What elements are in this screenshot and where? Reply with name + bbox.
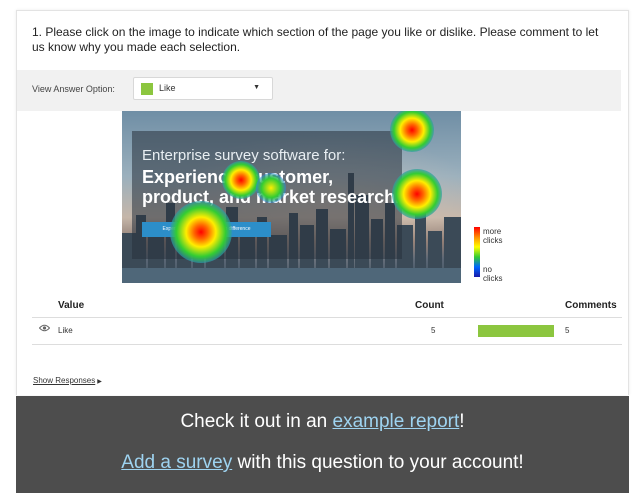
question-card: 1. Please click on the image to indicate… <box>16 10 629 395</box>
answer-option-select[interactable]: Like ▼ <box>133 77 273 100</box>
row-divider <box>32 344 622 345</box>
footer-line1-suffix: ! <box>459 411 465 432</box>
eye-icon[interactable] <box>39 324 50 332</box>
heat-spot <box>170 201 232 263</box>
like-color-swatch <box>141 83 153 95</box>
row-count: 5 <box>431 326 436 335</box>
example-report-link[interactable]: example report <box>333 411 460 432</box>
footer-line-2: Add a survey with this question to your … <box>16 452 629 474</box>
row-value: Like <box>58 326 73 335</box>
answer-option-label: View Answer Option: <box>32 84 115 94</box>
triangle-right-icon: ▶ <box>97 379 102 385</box>
heat-spot <box>256 173 286 203</box>
footer-line-1: Check it out in an example report! <box>16 411 629 433</box>
footer-line1-prefix: Check it out in an <box>180 411 333 432</box>
answer-option-bar: View Answer Option: Like ▼ <box>17 70 621 111</box>
heat-spot <box>392 169 442 219</box>
heatmap-legend-gradient <box>474 227 480 277</box>
footer-line2-suffix: with this question to your account! <box>232 452 524 473</box>
legend-more-clicks: more clicks <box>483 227 503 245</box>
column-header-count: Count <box>415 300 444 311</box>
add-survey-link[interactable]: Add a survey <box>121 452 232 473</box>
show-responses-link[interactable]: Show Responses ▶ <box>33 376 102 385</box>
heatmap-image[interactable]: Enterprise survey software for: Experien… <box>122 111 461 283</box>
column-header-value: Value <box>58 300 85 311</box>
row-comments[interactable]: 5 <box>565 326 569 335</box>
heat-spot <box>222 161 260 199</box>
column-header-comments: Comments <box>565 300 617 311</box>
count-bar <box>478 325 554 337</box>
legend-no-clicks: no clicks <box>483 265 503 283</box>
answer-option-selected: Like <box>159 83 176 93</box>
cta-footer: Check it out in an example report! Add a… <box>16 396 629 493</box>
show-responses-label: Show Responses <box>33 376 96 385</box>
header-divider <box>32 317 622 318</box>
caret-down-icon: ▼ <box>253 84 260 91</box>
question-text: 1. Please click on the image to indicate… <box>32 25 599 54</box>
